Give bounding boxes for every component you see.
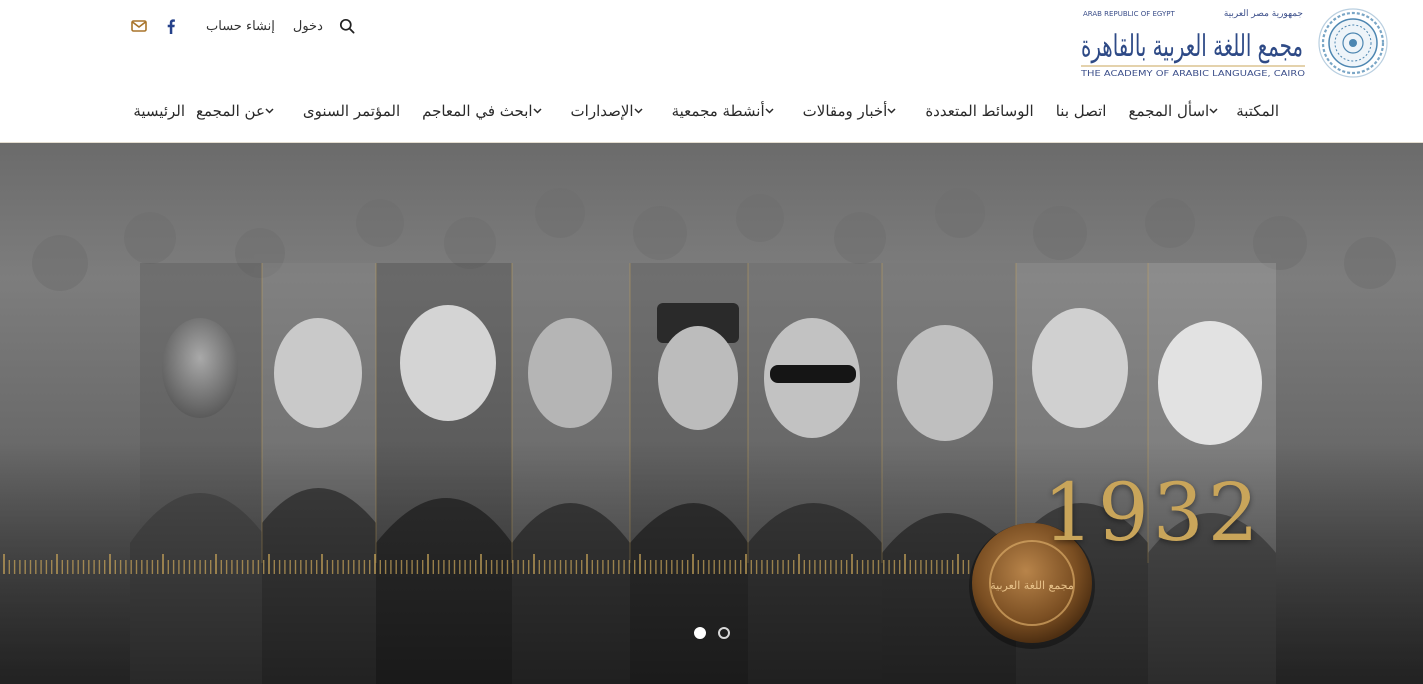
mail-icon[interactable] [130,17,164,35]
login-link[interactable]: دخول [293,19,323,34]
chevron-down-icon [533,108,542,114]
chevron-down-icon [765,108,774,114]
chevron-down-icon [1209,108,1218,114]
nav-item-label: الإصدارات [570,102,634,120]
hero-year: 1932 [1043,466,1263,559]
top-utility-bar: إنشاء حساب دخول [130,14,355,38]
chevron-down-icon [887,108,896,114]
slide-dot-1[interactable] [694,627,706,639]
chevron-down-icon [265,108,274,114]
nav-item-ask-academy[interactable]: اسأل المجمع [1117,98,1236,124]
nav-item-label: اتصل بنا [1055,102,1107,120]
nav-item-label: أخبار ومقالات [802,102,888,120]
nav-item-label: المؤتمر السنوى [302,102,401,120]
site-header: إنشاء حساب دخول جمهورية مصر العربية ARAB… [0,0,1423,143]
emblem-icon [1318,8,1388,78]
nav-item-activities[interactable]: أنشطة مجمعية [661,98,792,124]
register-link[interactable]: إنشاء حساب [206,19,275,34]
slider-pagination [694,627,730,639]
nav-item-label: اسأل المجمع [1128,102,1210,120]
nav-item-contact[interactable]: اتصل بنا [1045,98,1118,124]
facebook-icon[interactable] [164,17,206,35]
academy-logo[interactable]: جمهورية مصر العربية ARAB REPUBLIC OF EGY… [1053,6,1393,84]
nav-item-multimedia[interactable]: الوسائط المتعددة [914,98,1044,124]
nav-item-annual-conference[interactable]: المؤتمر السنوى [292,98,411,124]
nav-item-news-articles[interactable]: أخبار ومقالات [792,98,915,124]
logo-country-ar: جمهورية مصر العربية [1224,9,1303,19]
chevron-down-icon [634,108,643,114]
hero-image: مجمع اللغة العربية [0,188,1423,684]
slide-dot-2[interactable] [718,627,730,639]
seal-text: مجمع اللغة العربية [990,579,1074,592]
nav-item-label: عن المجمع [196,102,265,120]
main-navigation: الرئيسية عن المجمع المؤتمر السنوى ابحث ف… [122,98,1290,124]
search-icon[interactable] [339,18,355,34]
hero-slider: مجمع اللغة العربية 1932 [0,143,1423,684]
nav-item-label: الرئيسية [133,102,186,120]
logo-name-ar: مجمع اللغة العربية بالقاهرة [1081,29,1303,64]
nav-item-home[interactable]: الرئيسية [122,98,185,124]
nav-item-search-dictionaries[interactable]: ابحث في المعاجم [411,98,559,124]
logo-country-en: ARAB REPUBLIC OF EGYPT [1083,10,1175,18]
nav-item-about[interactable]: عن المجمع [185,98,292,124]
nav-item-label: الوسائط المتعددة [925,102,1034,120]
nav-item-label: ابحث في المعاجم [422,102,533,120]
logo-name-en: THE ACADEMY OF ARABIC LANGUAGE, CAIRO [1080,69,1305,78]
nav-item-label: المكتبة [1236,102,1279,120]
nav-item-publications[interactable]: الإصدارات [560,98,661,124]
nav-item-library[interactable]: المكتبة [1236,98,1290,124]
nav-item-label: أنشطة مجمعية [671,102,765,120]
